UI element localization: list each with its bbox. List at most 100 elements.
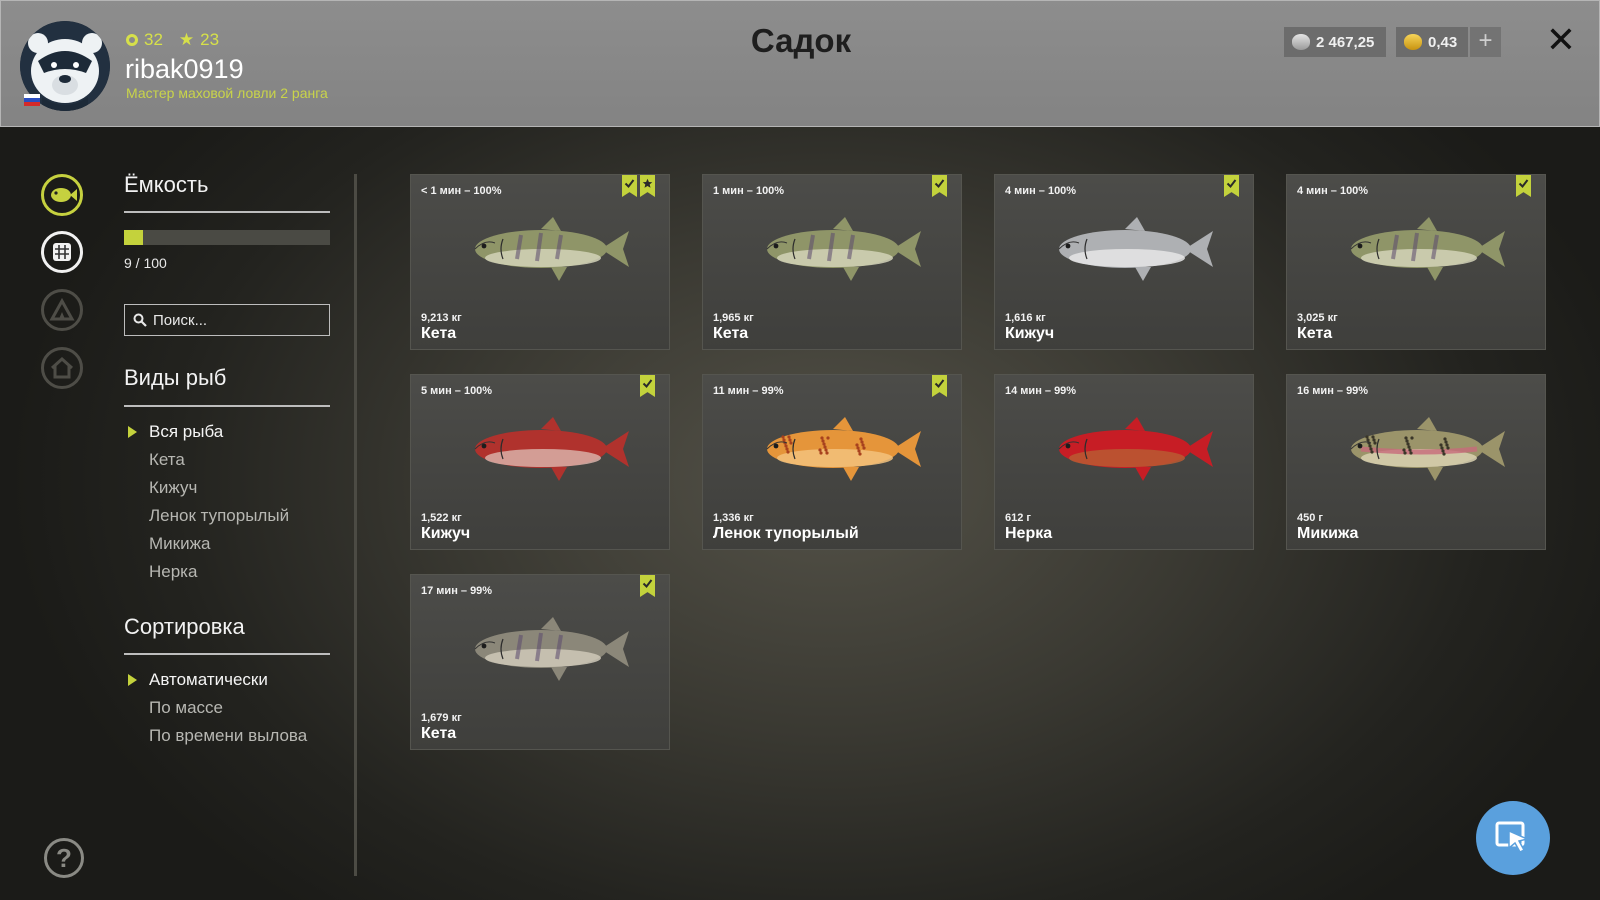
fish-weight: 450 г <box>1297 512 1323 524</box>
fish-weight: 612 г <box>1005 512 1031 524</box>
catch-time: 17 мин – 99% <box>421 585 493 597</box>
silver-value: 2 467,25 <box>1316 33 1375 51</box>
selected-tag[interactable] <box>932 175 947 197</box>
check-icon <box>934 379 945 389</box>
panel-divider <box>354 174 357 876</box>
sort-list: Автоматически По массе По времени вылова <box>124 666 307 750</box>
rank-row: 32 ★ 23 <box>126 30 219 50</box>
species-item-kizhuch[interactable]: Кижуч <box>124 474 289 502</box>
silver-balance: 2 467,25 <box>1284 27 1386 57</box>
catch-time: 4 мин – 100% <box>1297 185 1369 197</box>
sort-item-time[interactable]: По времени вылова <box>124 722 307 750</box>
home-tab-icon[interactable] <box>41 347 83 389</box>
star-icon: ★ <box>178 30 195 49</box>
capacity-divider <box>124 211 330 213</box>
search-box[interactable] <box>124 304 330 336</box>
capacity-text: 9 / 100 <box>124 255 167 271</box>
fish-tab-icon[interactable] <box>41 174 83 216</box>
selected-tag[interactable] <box>932 375 947 397</box>
fish-card[interactable]: 5 мин – 100% 1,522 кг Кижуч <box>410 374 670 550</box>
fish-card[interactable]: 17 мин – 99% 1,679 кг Кета <box>410 574 670 750</box>
catch-time: < 1 мин – 100% <box>421 185 502 197</box>
card-tags <box>640 375 655 397</box>
top-bar: 32 ★ 23 ribak0919 Мастер маховой ловли 2… <box>0 0 1600 127</box>
fish-image-icon <box>766 217 921 281</box>
fish-name: Кижуч <box>421 525 471 542</box>
selected-tag[interactable] <box>1516 175 1531 197</box>
fish-image-icon <box>1058 217 1213 281</box>
catch-time: 4 мин – 100% <box>1005 185 1077 197</box>
sort-heading: Сортировка <box>124 614 245 639</box>
fish-card[interactable]: 11 мин – 99% 1,336 кг Ленок тупорылый <box>702 374 962 550</box>
fish-name: Микижа <box>1297 525 1359 542</box>
fish-image-icon <box>1350 217 1505 281</box>
fish-card[interactable]: 4 мин – 100% 1,616 кг Кижуч <box>994 174 1254 350</box>
rank-value: 32 <box>144 30 163 49</box>
fish-image-icon <box>474 617 629 681</box>
close-button[interactable]: ✕ <box>1541 21 1581 61</box>
card-tags <box>932 375 947 397</box>
fish-card[interactable]: 1 мин – 100% 1,965 кг Кета <box>702 174 962 350</box>
fish-name: Кета <box>421 725 457 742</box>
fish-weight: 9,213 кг <box>421 312 462 324</box>
user-title: Мастер маховой ловли 2 ранга <box>126 85 328 101</box>
gold-value: 0,43 <box>1428 33 1458 51</box>
species-item-all[interactable]: Вся рыба <box>124 418 289 446</box>
fish-image-icon <box>766 417 921 481</box>
cursor-icon <box>1495 821 1530 853</box>
add-currency-button[interactable]: + <box>1470 27 1501 57</box>
selected-tag[interactable] <box>622 175 637 197</box>
species-item-nerka[interactable]: Нерка <box>124 558 289 586</box>
fish-name: Кета <box>1297 325 1333 342</box>
card-tags <box>1516 175 1531 197</box>
fish-card[interactable]: 14 мин – 99% 612 г Нерка <box>994 374 1254 550</box>
catch-time: 14 мин – 99% <box>1005 385 1077 397</box>
fish-weight: 3,025 кг <box>1297 312 1338 324</box>
sort-item-mass[interactable]: По массе <box>124 694 307 722</box>
fish-weight: 1,616 кг <box>1005 312 1046 324</box>
fish-name: Кижуч <box>1005 325 1055 342</box>
sort-divider <box>124 653 330 655</box>
selected-tag[interactable] <box>1224 175 1239 197</box>
rank-circle-icon <box>126 34 138 46</box>
help-button[interactable]: ? <box>44 838 84 878</box>
card-tags <box>1224 175 1239 197</box>
favorite-tag[interactable] <box>640 175 655 197</box>
silver-coins-icon <box>1292 34 1310 50</box>
fish-image-icon <box>474 417 629 481</box>
search-input[interactable] <box>153 311 323 329</box>
fish-image-icon <box>474 217 629 281</box>
selected-tag[interactable] <box>640 575 655 597</box>
fish-weight: 1,965 кг <box>713 312 754 324</box>
check-icon <box>1518 179 1529 189</box>
capacity-fill <box>124 230 143 245</box>
check-icon <box>624 179 635 189</box>
species-item-keta[interactable]: Кета <box>124 446 289 474</box>
fish-weight: 1,679 кг <box>421 712 462 724</box>
catch-time: 11 мин – 99% <box>713 385 784 397</box>
fish-image-icon <box>1058 417 1213 481</box>
fish-card[interactable]: < 1 мин – 100% 9,213 кг Кета <box>410 174 670 350</box>
gold-coins-icon <box>1404 34 1422 50</box>
camp-tab-icon[interactable] <box>41 289 83 331</box>
fish-image-icon <box>1350 417 1505 481</box>
fish-card[interactable]: 16 мин – 99% 450 г Микижа <box>1286 374 1546 550</box>
selected-tag[interactable] <box>640 375 655 397</box>
capacity-bar <box>124 230 330 245</box>
fish-name: Кета <box>421 325 457 342</box>
card-tags <box>932 175 947 197</box>
keepnet-tab-icon[interactable] <box>41 231 83 273</box>
fish-card[interactable]: 4 мин – 100% 3,025 кг Кета <box>1286 174 1546 350</box>
sort-item-auto[interactable]: Автоматически <box>124 666 307 694</box>
fish-weight: 1,336 кг <box>713 512 754 524</box>
fish-weight: 1,522 кг <box>421 512 462 524</box>
username: ribak0919 <box>125 54 244 84</box>
card-tags <box>622 175 655 197</box>
species-item-lenok[interactable]: Ленок тупорылый <box>124 502 289 530</box>
cursor-mode-button[interactable] <box>1476 801 1550 875</box>
card-tags <box>640 575 655 597</box>
check-icon <box>1226 179 1237 189</box>
check-icon <box>642 379 653 389</box>
fish-name: Ленок тупорылый <box>713 525 859 542</box>
species-item-mikizha[interactable]: Микижа <box>124 530 289 558</box>
